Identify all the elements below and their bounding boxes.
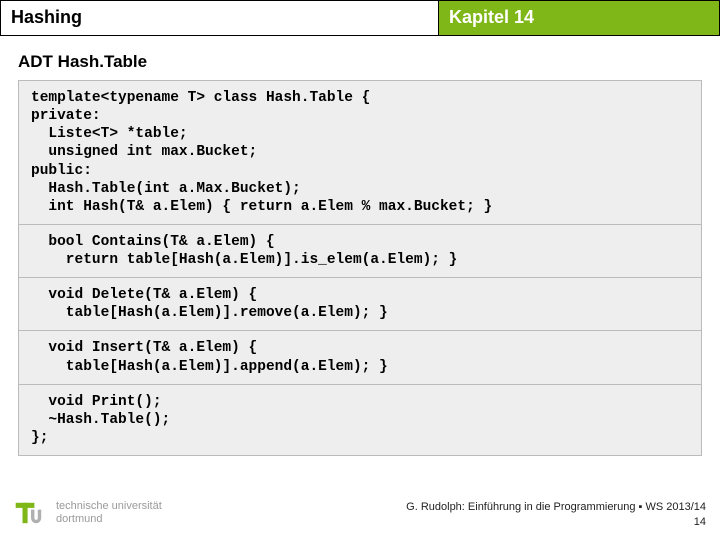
credit-line: G. Rudolph: Einführung in die Programmie…	[406, 500, 706, 515]
slide-footer: technische universität dortmund G. Rudol…	[0, 496, 720, 530]
slide-header: Hashing Kapitel 14	[0, 0, 720, 36]
university-name-line2: dortmund	[56, 513, 162, 526]
code-section-tail: void Print(); ~Hash.Table(); };	[19, 385, 701, 455]
university-name-line1: technische universität	[56, 500, 162, 513]
code-block: template<typename T> class Hash.Table { …	[18, 80, 702, 456]
code-section-delete: void Delete(T& a.Elem) { table[Hash(a.El…	[19, 278, 701, 331]
header-chapter: Kapitel 14	[439, 1, 719, 35]
university-logo: technische universität dortmund	[14, 496, 162, 530]
code-section-contains: bool Contains(T& a.Elem) { return table[…	[19, 225, 701, 278]
slide-subtitle: ADT Hash.Table	[0, 36, 720, 80]
page-number: 14	[406, 515, 706, 530]
slide-credit: G. Rudolph: Einführung in die Programmie…	[406, 500, 706, 530]
code-section-insert: void Insert(T& a.Elem) { table[Hash(a.El…	[19, 331, 701, 384]
header-topic: Hashing	[1, 1, 439, 35]
tu-logo-icon	[14, 496, 48, 530]
university-name: technische universität dortmund	[56, 500, 162, 525]
slide: Hashing Kapitel 14 ADT Hash.Table templa…	[0, 0, 720, 540]
code-section-declaration: template<typename T> class Hash.Table { …	[19, 81, 701, 225]
